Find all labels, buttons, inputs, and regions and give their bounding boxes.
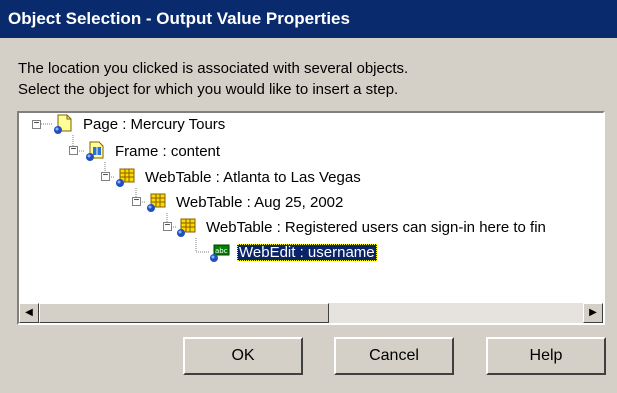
- tree-node-label: WebTable : Aug 25, 2002: [176, 193, 344, 211]
- dialog-window: Object Selection - Output Value Properti…: [0, 0, 617, 393]
- tree-expander-webtable-3[interactable]: −: [163, 222, 172, 232]
- tree-node-webedit[interactable]: abc WebEdit : username: [209, 241, 377, 263]
- tree-node-webtable-2[interactable]: WebTable : Aug 25, 2002: [146, 191, 345, 213]
- dialog-title: Object Selection - Output Value Properti…: [0, 0, 617, 38]
- object-tree[interactable]: − Page : Mercury Tours − Frame: content…: [17, 111, 605, 325]
- tree-expander-webtable-2[interactable]: −: [132, 197, 141, 207]
- description-text: The location you clicked is associated w…: [18, 58, 408, 100]
- webtable-icon: [176, 216, 198, 238]
- scroll-left-button[interactable]: ◀: [19, 303, 39, 323]
- tree-viewport: − Page : Mercury Tours − Frame: content…: [19, 113, 603, 303]
- tree-node-label-selected: WebEdit : username: [237, 243, 377, 261]
- scroll-right-button[interactable]: ▶: [583, 303, 603, 323]
- tree-node-label: WebTable : Atlanta to Las Vegas: [145, 168, 361, 186]
- ok-button[interactable]: OK: [183, 337, 303, 375]
- description-line-2: Select the object for which you would li…: [18, 81, 399, 98]
- page-icon: [53, 113, 75, 135]
- webedit-icon: abc: [209, 241, 231, 263]
- tree-expander-frame[interactable]: −: [69, 146, 78, 156]
- scroll-thumb[interactable]: [39, 303, 329, 323]
- tree-node-webtable-1[interactable]: WebTable : Atlanta to Las Vegas: [115, 166, 363, 188]
- arrow-right-icon: ▶: [589, 307, 597, 318]
- tree-node-webtable-3[interactable]: WebTable : Registered users can sign-in …: [176, 216, 548, 238]
- tree-node-label: Page : Mercury Tours: [83, 115, 226, 133]
- tree-expander-webtable-1[interactable]: −: [101, 172, 110, 182]
- tree-node-label: Frame : content: [115, 142, 221, 160]
- tree-node-page[interactable]: Page : Mercury Tours: [53, 113, 227, 135]
- tree-expander-page[interactable]: −: [32, 120, 41, 130]
- tree-node-frame[interactable]: Frame : content: [85, 140, 222, 162]
- description-line-1: The location you clicked is associated w…: [18, 60, 409, 77]
- webtable-icon: [146, 191, 168, 213]
- tree-node-label: WebTable : Registered users can sign-in …: [206, 218, 546, 236]
- arrow-left-icon: ◀: [25, 307, 33, 318]
- svg-text:abc: abc: [215, 247, 228, 255]
- webtable-icon: [115, 166, 137, 188]
- frame-icon: [85, 140, 107, 162]
- horizontal-scrollbar[interactable]: ◀ ▶: [19, 303, 603, 323]
- help-button[interactable]: Help: [486, 337, 606, 375]
- cancel-button[interactable]: Cancel: [334, 337, 454, 375]
